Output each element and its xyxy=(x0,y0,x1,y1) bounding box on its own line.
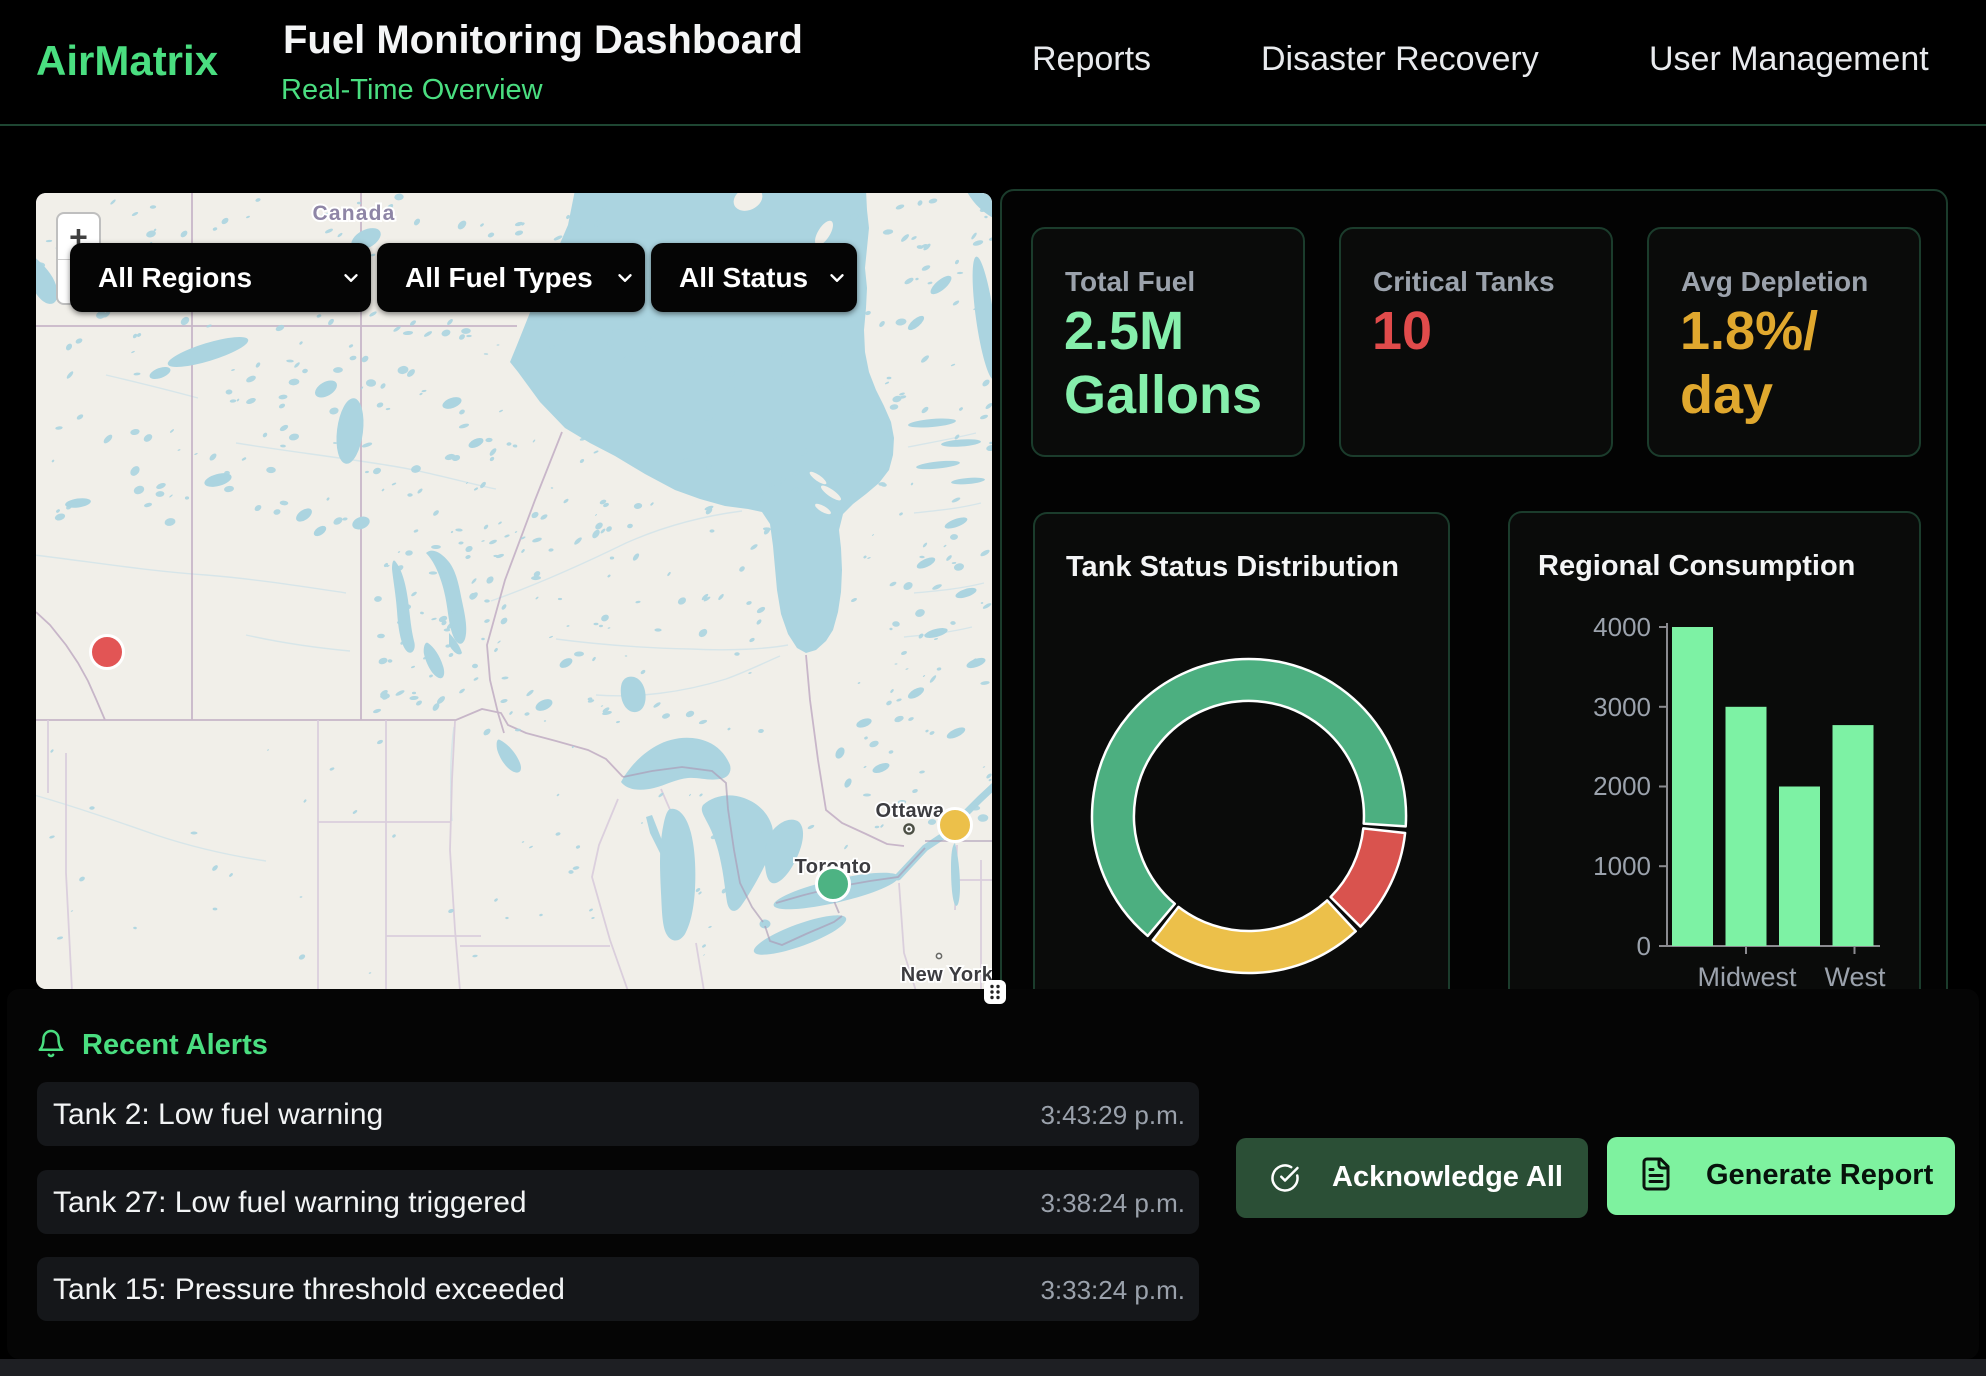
svg-text:4000: 4000 xyxy=(1593,612,1651,642)
svg-text:3000: 3000 xyxy=(1593,692,1651,722)
svg-text:Midwest: Midwest xyxy=(1697,962,1797,991)
svg-text:New York: New York xyxy=(901,964,992,986)
svg-text:Canada: Canada xyxy=(312,202,395,225)
svg-text:2000: 2000 xyxy=(1593,771,1651,801)
svg-text:West: West xyxy=(1824,962,1886,991)
svg-text:Ottawa: Ottawa xyxy=(875,800,945,822)
svg-text:1000: 1000 xyxy=(1593,851,1651,881)
svg-text:0: 0 xyxy=(1637,931,1651,961)
